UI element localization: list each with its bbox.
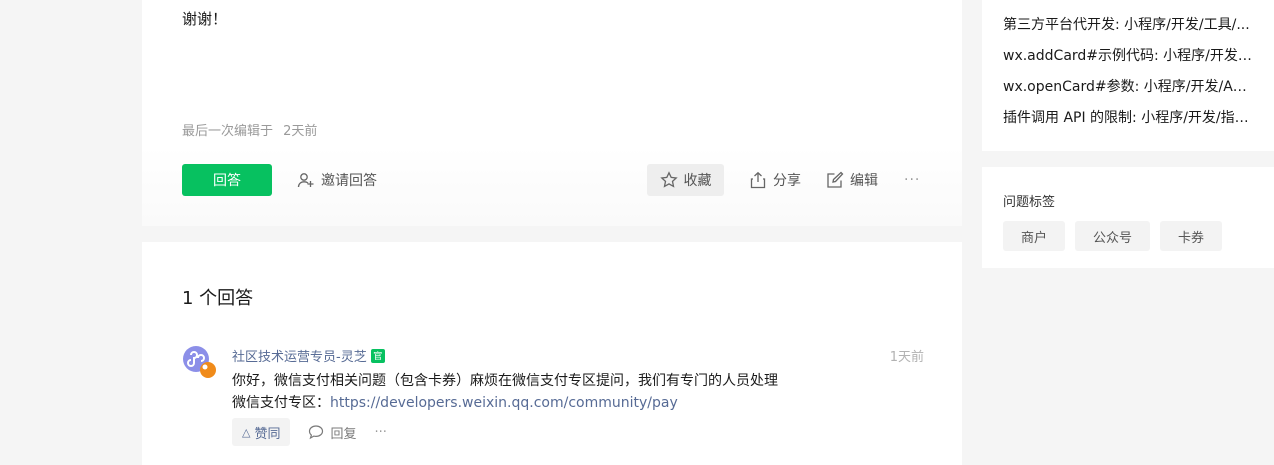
reply-label: 回复: [330, 426, 357, 442]
question-text: 谢谢！: [182, 10, 228, 28]
pay-community-link[interactable]: https://developers.weixin.qq.com/communi…: [330, 395, 678, 411]
answer-text-prefix: 微信支付专区：: [232, 395, 330, 411]
share-icon: [750, 171, 766, 189]
question-card: 谢谢！ 最后一次编辑于 2天前 回答 邀请回答 收藏 分享 编辑 ···: [142, 0, 962, 226]
tag-merchant[interactable]: 商户: [1003, 221, 1066, 251]
author-name[interactable]: 社区技术运营专员-灵芝: [232, 346, 367, 365]
edit-label: 最后一次编辑于: [182, 124, 274, 139]
comment-icon: [309, 425, 324, 440]
answers-card: 1 个回答 社区技术运营专员-灵芝 官 1天前 你好，微信支付相关问题（包含卡券…: [142, 242, 962, 465]
tags-title: 问题标签: [1003, 195, 1056, 210]
official-badge: 官: [370, 348, 385, 363]
share-label: 分享: [773, 173, 801, 189]
edit-icon: [827, 171, 844, 188]
question-actions-bar: 回答 邀请回答 收藏 分享 编辑 ···: [142, 146, 962, 226]
related-item[interactable]: wx.addCard#示例代码: 小程序/开发/A...: [1003, 46, 1255, 77]
edit-info: 最后一次编辑于 2天前: [182, 120, 323, 139]
related-item[interactable]: 第三方平台代开发: 小程序/开发/工具/...: [1003, 15, 1255, 46]
answer-time: 1天前: [889, 350, 924, 365]
question-tags-card: 问题标签 商户 公众号 卡券: [982, 167, 1274, 268]
answer-more-button[interactable]: ···: [375, 425, 387, 440]
related-list: 第三方平台代开发: 小程序/开发/工具/... wx.addCard#示例代码:…: [1003, 15, 1255, 139]
more-options-button[interactable]: ···: [904, 164, 920, 196]
like-button[interactable]: △ 赞同: [232, 418, 291, 446]
tag-card-coupon[interactable]: 卡券: [1160, 221, 1223, 251]
tag-official-account[interactable]: 公众号: [1075, 221, 1151, 251]
triangle-up-icon: △: [242, 425, 251, 439]
related-item[interactable]: 插件调用 API 的限制: 小程序/开发/指南...: [1003, 108, 1255, 139]
invite-answer-button[interactable]: 邀请回答: [297, 164, 377, 196]
avatar[interactable]: [182, 345, 218, 381]
answer-body: 你好，微信支付相关问题（包含卡券）麻烦在微信支付专区提问，我们有专门的人员处理 …: [232, 370, 778, 414]
edit-button[interactable]: 编辑: [826, 164, 878, 196]
related-docs-card: 第三方平台代开发: 小程序/开发/工具/... wx.addCard#示例代码:…: [982, 0, 1274, 151]
like-label: 赞同: [254, 426, 281, 442]
answer-author[interactable]: 社区技术运营专员-灵芝 官: [232, 346, 385, 365]
related-item[interactable]: wx.openCard#参数: 小程序/开发/API/...: [1003, 77, 1255, 108]
answers-count-title: 1 个回答: [182, 288, 254, 309]
add-user-icon: [297, 173, 314, 188]
star-icon: [659, 171, 678, 188]
share-button[interactable]: 分享: [749, 164, 801, 196]
invite-answer-label: 邀请回答: [321, 173, 377, 189]
answer-text-line2: 微信支付专区：https://developers.weixin.qq.com/…: [232, 392, 778, 414]
reply-button[interactable]: 回复: [308, 423, 357, 442]
edit-label-text: 编辑: [850, 173, 878, 189]
collect-button[interactable]: 收藏: [647, 164, 724, 196]
answer-button[interactable]: 回答: [182, 164, 272, 196]
answer-actions: △ 赞同 回复 ···: [232, 418, 387, 446]
edit-time: 2天前: [283, 124, 318, 139]
collect-label: 收藏: [683, 173, 712, 189]
tag-list: 商户 公众号 卡券: [1003, 221, 1232, 251]
answer-text-line1: 你好，微信支付相关问题（包含卡券）麻烦在微信支付专区提问，我们有专门的人员处理: [232, 373, 778, 389]
